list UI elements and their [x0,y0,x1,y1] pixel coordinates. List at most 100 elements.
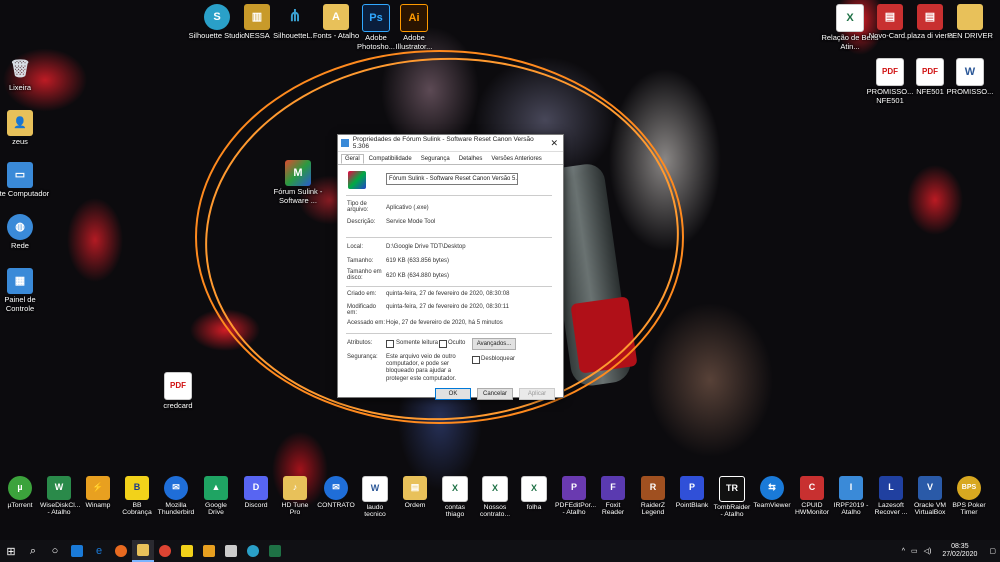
thunderbird-icon: ✉ [164,476,188,500]
acessado-value: Hoje, 27 de fevereiro de 2020, há 5 minu… [386,320,503,326]
taskbar-sticky-notes[interactable] [176,540,198,562]
descricao-label: Descrição: [347,219,376,225]
email-icon: ✉ [324,476,348,500]
desktop-icon-zeus[interactable]: 👤 zeus [0,110,50,147]
volume-icon[interactable]: ◁) [921,547,935,555]
divider [346,237,552,238]
irpf-icon: I [839,476,863,500]
dialog-title: Propriedades de Fórum Sulink - Software … [352,136,534,150]
desktop-icon-illustrator[interactable]: Ai Adobe Illustrator... [384,4,444,51]
desktop-icon-recycle-bin[interactable]: 🗑 Lixeira [0,56,50,93]
dialog-titlebar[interactable]: Propriedades de Fórum Sulink - Software … [338,135,563,152]
taskbar-silhouette[interactable] [242,540,264,562]
clock[interactable]: 08:35 27/02/2020 [934,543,985,559]
app-small-icon [341,139,349,147]
dock-icon-hd-tune-pro[interactable]: ♪ HD Tune Pro [276,476,314,517]
somente-leitura-label[interactable]: Somente leitura [396,340,438,346]
tab-detalhes[interactable]: Detalhes [455,154,487,164]
tipo-value: Aplicativo (.exe) [386,205,429,211]
dock-icon-wisediskcleaner[interactable]: W WiseDiskCl... - Atalho [40,476,80,517]
dock-icon-contas-thiago[interactable]: Xcontas thiago [436,476,474,519]
taskbar-task-view[interactable] [66,540,88,562]
desktop-icon-this-pc[interactable]: ▭ Este Computador [0,162,50,199]
google-drive-icon: ▲ [204,476,228,500]
filename-input[interactable]: Fórum Sulink - Software Reset Canon Vers… [386,173,518,185]
criado-value: quinta-feira, 27 de fevereiro de 2020, 0… [386,291,510,297]
taskbar-firefox[interactable] [110,540,132,562]
taskbar-chrome[interactable] [154,540,176,562]
chevron-up-icon[interactable]: ^ [899,548,908,555]
computer-icon: ▭ [7,162,33,188]
avancados-button[interactable]: Avançados... [472,338,516,350]
divider [346,286,552,287]
dock-icon-thunderbird[interactable]: ✉ Mozilla Thunderbird [157,476,195,517]
dock-icon-utorrent[interactable]: µ µTorrent [1,476,39,509]
dock-icon-ordem[interactable]: ▤ Ordem [396,476,434,509]
tab-versoes-anteriores[interactable]: Versões Anteriores [487,154,545,164]
dock-icon-hwmonitor[interactable]: C CPUID HWMonitor [793,476,831,517]
dialog-tabs: Geral Compatibilidade Segurança Detalhes… [338,152,563,165]
oculto-checkbox[interactable] [439,340,447,348]
taskbar-photos[interactable] [198,540,220,562]
dock-icon-virtualbox[interactable]: V Oracle VM VirtualBox [911,476,949,517]
dock-icon-teamviewer[interactable]: ⇆ TeamViewer [753,476,791,509]
taskbar-explorer[interactable] [132,540,154,562]
cancel-button[interactable]: Cancelar [477,388,513,400]
clock-date: 27/02/2020 [942,551,978,558]
dock-icon-discord[interactable]: D Discord [237,476,275,509]
network-icon[interactable]: ▭ [908,547,921,555]
desktop-icon-promissoria-doc[interactable]: W PROMISSO... [940,58,1000,97]
local-label: Local: [347,244,364,250]
excel-icon: X [442,476,468,502]
desktop-icon-pen-driver[interactable]: PEN DRIVER [940,4,1000,41]
chrome-icon [159,545,171,557]
dock-icon-google-drive[interactable]: ▲ Google Drive [197,476,235,517]
dock-icon-winamp[interactable]: ⚡ Winamp [79,476,117,509]
dock-icon-bb-cobranca[interactable]: B BB Cobrança [118,476,156,517]
somente-leitura-checkbox[interactable] [386,340,394,348]
local-value: D:\Google Drive TDT\Desktop [386,244,466,250]
folder-icon [137,544,149,556]
desktop-icon-credcard[interactable]: PDF credcard [148,372,208,411]
utorrent-icon: µ [8,476,32,500]
dock-icon-pdfedit[interactable]: P PDFEditPor... - Atalho [555,476,596,517]
tab-seguranca[interactable]: Segurança [417,154,454,164]
dock-icon-laudo-tecnico[interactable]: Wlaudo tecnico [356,476,394,519]
pdfedit-icon: P [562,476,586,500]
taskbar-calculator[interactable] [220,540,242,562]
oculto-label[interactable]: Oculto [448,340,465,346]
apply-button[interactable]: Aplicar [519,388,555,400]
ok-button[interactable]: OK [435,388,471,400]
desktop-icon-forum-sulink[interactable]: M Fórum Sulink - Software ... [268,160,328,205]
bb-icon: B [125,476,149,500]
dock-icon-folha[interactable]: Xfolha [515,476,553,511]
dock-icon-irpf2019[interactable]: I IRPF2019 - Atalho [832,476,870,517]
desbloquear-label[interactable]: Desbloquear [481,356,515,362]
dock-icon-pointblank[interactable]: P PointBlank [673,476,711,509]
tab-geral[interactable]: Geral [341,154,364,164]
dock-icon-tombraider[interactable]: TR TombRaider - Atalho [713,476,751,519]
close-icon[interactable]: ✕ [546,138,563,149]
taskbar-edge[interactable]: e [88,540,110,562]
tab-compatibilidade[interactable]: Compatibilidade [365,154,416,164]
calculator-icon [225,545,237,557]
notifications-icon[interactable]: ▢ [985,547,1000,555]
desktop-icon-control-panel[interactable]: ▦ Painel de Controle [0,268,50,313]
tipo-label: Tipo de arquivo: [347,201,369,213]
search-button[interactable]: ⌕ [22,540,44,562]
dock-icon-raiderz[interactable]: R RaiderZ Legend [634,476,672,517]
cortana-button[interactable]: ○ [44,540,66,562]
dock-icon-foxit-reader[interactable]: F Foxit Reader [594,476,632,517]
dock-icon-lazesoft[interactable]: L Lazesoft Recover ... [872,476,910,517]
dock-icon-contrato[interactable]: ✉ CONTRATO [317,476,355,509]
start-button[interactable]: ⊞ [0,540,22,562]
dock-icon-bps-poker-timer[interactable]: BPS BPS Poker Timer [950,476,988,517]
control-panel-icon: ▦ [7,268,33,294]
illustrator-icon: Ai [400,4,428,32]
dock-icon-nossos-contratos[interactable]: X Nossos contrato... [476,476,514,519]
desktop-icon-network[interactable]: ◍ Rede [0,214,50,251]
taskbar-excel[interactable] [264,540,286,562]
desbloquear-checkbox[interactable] [472,356,480,364]
sticky-notes-icon [181,545,193,557]
modificado-value: quinta-feira, 27 de fevereiro de 2020, 0… [386,304,509,310]
